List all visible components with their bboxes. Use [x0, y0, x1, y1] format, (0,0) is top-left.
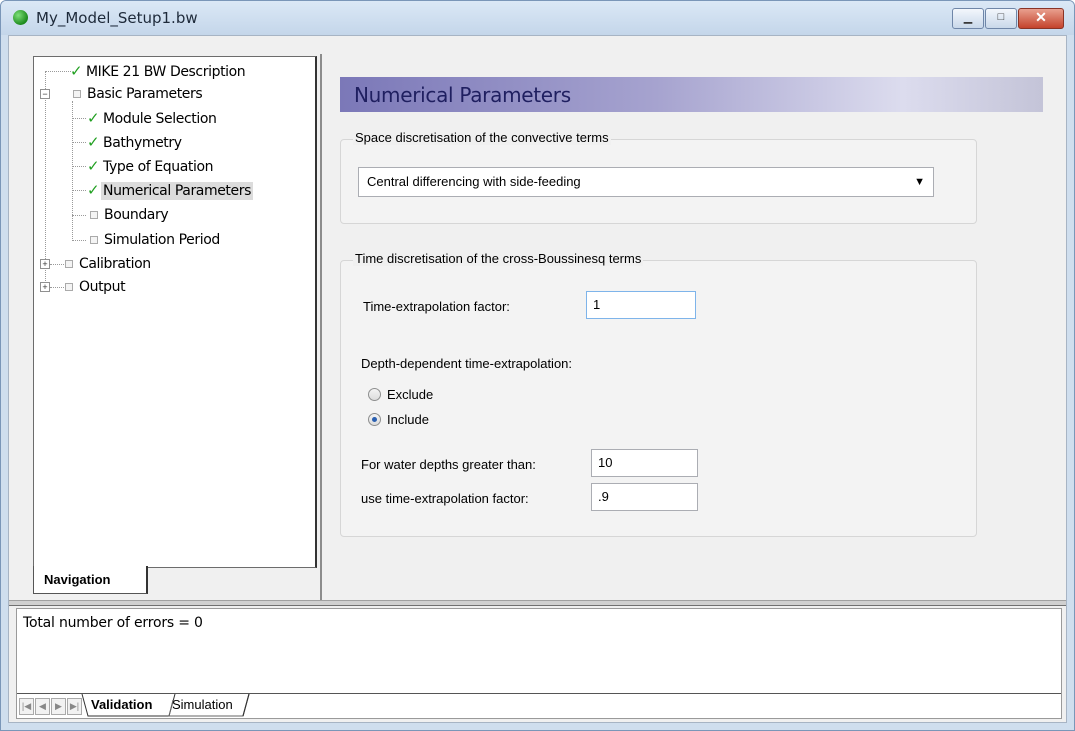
use-factor-label: use time-extrapolation factor:	[361, 491, 529, 506]
last-tab-icon[interactable]: ▶|	[67, 698, 82, 715]
dropdown-arrow-icon[interactable]: ▼	[914, 168, 925, 196]
tree-item-calibration[interactable]: Calibration	[62, 253, 153, 275]
prev-tab-icon[interactable]: ◀	[35, 698, 50, 715]
tree-item-basic-parameters[interactable]: Basic Parameters	[70, 83, 204, 105]
checkmark-icon: ✓	[87, 133, 100, 151]
extrapolation-factor-label: Time-extrapolation factor:	[363, 299, 510, 314]
checkmark-icon: ✓	[70, 62, 83, 80]
first-tab-icon[interactable]: |◀	[19, 698, 34, 715]
depth-dependent-label: Depth-dependent time-extrapolation:	[361, 356, 573, 371]
square-icon	[65, 259, 73, 268]
tree-connector	[72, 166, 86, 167]
tree-connector	[45, 71, 46, 287]
tree-item-simulation-period[interactable]: Simulation Period	[87, 229, 222, 251]
square-icon	[90, 210, 98, 219]
window-title: My_Model_Setup1.bw	[36, 9, 198, 27]
minimize-icon: ▁	[963, 12, 973, 24]
close-icon: ✕	[1035, 9, 1047, 25]
validation-status-text: Total number of errors = 0	[23, 615, 203, 631]
maximize-button[interactable]: □	[985, 8, 1017, 29]
use-factor-input[interactable]: .9	[591, 483, 698, 511]
collapse-icon[interactable]: −	[40, 89, 50, 99]
square-icon	[73, 89, 81, 98]
exclude-radio[interactable]	[368, 388, 381, 401]
tree-item-module-selection[interactable]: ✓ Module Selection	[87, 107, 218, 129]
tree-connector	[72, 215, 86, 216]
water-depth-input[interactable]: 10	[591, 449, 698, 477]
select-value: Central differencing with side-feeding	[367, 174, 581, 189]
time-discretisation-group: Time discretisation of the cross-Boussin…	[340, 251, 977, 537]
group-legend: Space discretisation of the convective t…	[353, 130, 611, 145]
tree-item-bathymetry[interactable]: ✓ Bathymetry	[87, 131, 184, 153]
client-area: − + + ✓ MIKE 21 BW Description Basic Para…	[8, 35, 1067, 723]
output-panel: Total number of errors = 0 |◀ ◀ ▶ ▶| Val…	[16, 608, 1062, 719]
checkmark-icon: ✓	[87, 181, 100, 199]
space-discretisation-group: Space discretisation of the convective t…	[340, 130, 977, 224]
close-button[interactable]: ✕	[1018, 8, 1064, 29]
bottom-tab-strip: |◀ ◀ ▶ ▶| Validation Simulation	[17, 693, 1061, 718]
horizontal-splitter[interactable]	[9, 600, 1066, 606]
tree-item-output[interactable]: Output	[62, 276, 127, 298]
tree-connector	[72, 118, 86, 119]
tree-connector	[45, 71, 71, 72]
navigation-panel: − + + ✓ MIKE 21 BW Description Basic Para…	[33, 56, 317, 568]
expand-icon[interactable]: +	[40, 259, 50, 269]
application-window: My_Model_Setup1.bw ▁ □ ✕ − + + ✓ MIKE 21…	[0, 0, 1075, 731]
tree-item-type-of-equation[interactable]: ✓ Type of Equation	[87, 155, 215, 177]
tree-item-mike21-description[interactable]: ✓ MIKE 21 BW Description	[70, 60, 247, 82]
include-label[interactable]: Include	[387, 412, 429, 427]
tree-item-numerical-parameters[interactable]: ✓ Numerical Parameters	[87, 179, 253, 201]
maximize-icon: □	[997, 11, 1005, 23]
tree-connector	[72, 190, 86, 191]
title-bar[interactable]: My_Model_Setup1.bw ▁ □ ✕	[1, 1, 1074, 35]
extrapolation-factor-input[interactable]: 1	[586, 291, 696, 319]
tree-connector	[72, 142, 86, 143]
app-icon	[13, 10, 28, 25]
expand-icon[interactable]: +	[40, 282, 50, 292]
checkmark-icon: ✓	[87, 157, 100, 175]
tree-connector	[72, 240, 86, 241]
section-header: Numerical Parameters	[340, 77, 1043, 112]
group-legend: Time discretisation of the cross-Boussin…	[353, 251, 644, 266]
water-depth-label: For water depths greater than:	[361, 457, 536, 472]
tab-outline	[81, 694, 250, 717]
tab-navigation[interactable]: Navigation	[33, 566, 148, 594]
include-radio[interactable]	[368, 413, 381, 426]
exclude-label[interactable]: Exclude	[387, 387, 433, 402]
square-icon	[65, 282, 73, 291]
next-tab-icon[interactable]: ▶	[51, 698, 66, 715]
space-discretisation-select[interactable]: Central differencing with side-feeding ▼	[358, 167, 934, 197]
checkmark-icon: ✓	[87, 109, 100, 127]
navigation-tree: − + + ✓ MIKE 21 BW Description Basic Para…	[34, 57, 315, 567]
window-controls: ▁ □ ✕	[951, 8, 1064, 29]
vertical-splitter[interactable]	[320, 54, 322, 602]
square-icon	[90, 235, 98, 244]
tree-item-boundary[interactable]: Boundary	[87, 204, 170, 226]
minimize-button[interactable]: ▁	[952, 8, 984, 29]
tree-connector	[72, 101, 73, 241]
page-title: Numerical Parameters	[354, 83, 571, 107]
